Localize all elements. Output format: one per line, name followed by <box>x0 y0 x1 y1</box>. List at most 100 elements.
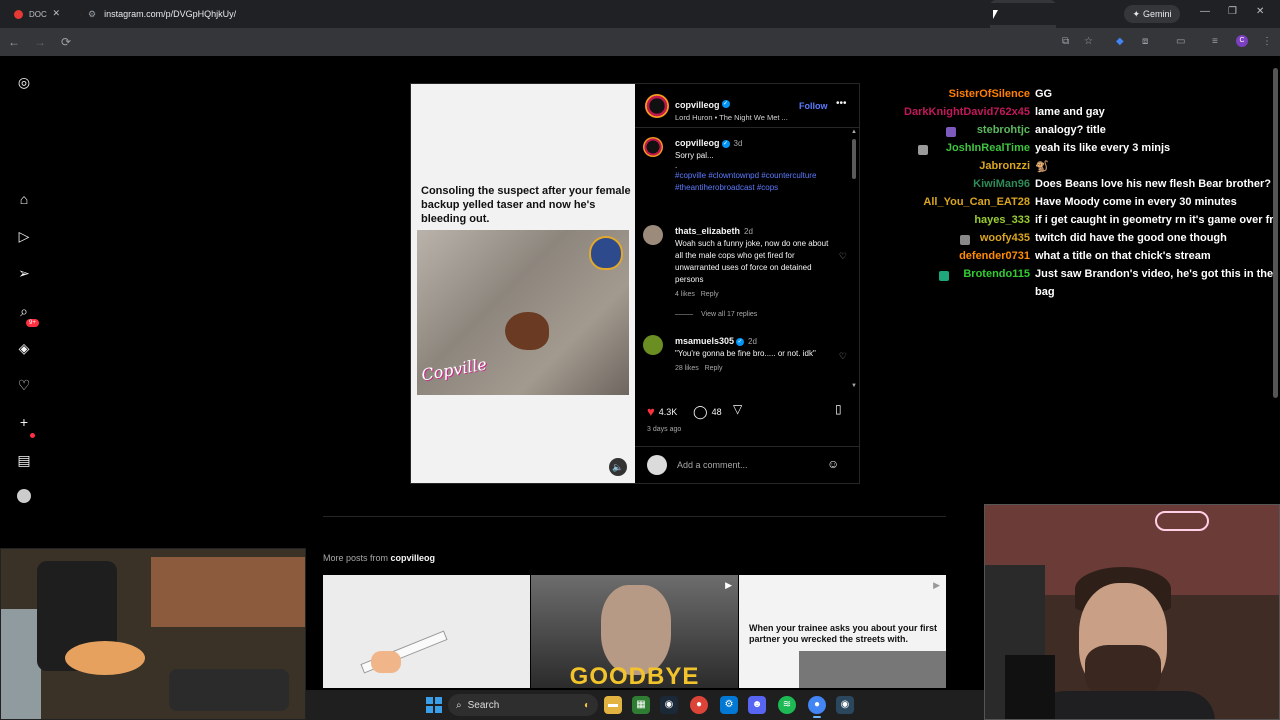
spotify-icon[interactable]: ≋ <box>778 696 796 714</box>
chat-text: 🐒 <box>1035 161 1049 173</box>
author-name[interactable]: copvilleog <box>675 100 720 110</box>
like-heart-icon[interactable]: ♥ <box>647 404 655 419</box>
back-icon[interactable]: ← <box>2 35 26 49</box>
share-icon[interactable]: ▽ <box>733 402 742 416</box>
caption-tags[interactable]: #copville #clowntownpd #counterculture #… <box>675 170 835 194</box>
heart-icon[interactable]: ♡ <box>16 377 32 393</box>
bookmark-star-icon[interactable]: ☆ <box>1084 36 1093 47</box>
comment-likes[interactable]: 28 likes <box>675 365 699 372</box>
app-icon[interactable]: ⚙ <box>720 696 738 714</box>
page-scroll-thumb[interactable] <box>1273 68 1278 398</box>
comment-like-icon[interactable]: ♡ <box>839 351 847 362</box>
like-count: 4.3K <box>658 406 678 417</box>
mute-icon[interactable]: 🔈 <box>609 458 627 476</box>
more-options-icon[interactable]: ••• <box>836 98 847 109</box>
related-post-thumb[interactable] <box>323 575 530 688</box>
profile-avatar-icon[interactable] <box>17 489 31 503</box>
comment-bubble-icon[interactable]: ◯ <box>693 404 708 420</box>
thumb-face <box>601 585 671 675</box>
comment-likes[interactable]: 4 likes <box>675 291 695 298</box>
like-control[interactable]: ♥ 4.3K <box>647 404 677 419</box>
comment-control[interactable]: ◯ 48 <box>693 404 722 420</box>
app-icon[interactable]: ▦ <box>632 696 650 714</box>
streamer-webcam <box>984 504 1280 720</box>
chat-username: Jabronzzi <box>979 160 1030 172</box>
page-scrollbar[interactable] <box>1270 58 1280 498</box>
reply-button[interactable]: Reply <box>701 291 719 298</box>
cam-rover <box>169 669 289 711</box>
extension-icon[interactable]: ◆ <box>1116 36 1124 47</box>
post-media[interactable]: Consoling the suspect after your female … <box>411 84 635 483</box>
scroll-up-icon[interactable]: ▲ <box>851 129 857 135</box>
gemini-label: Gemini <box>1143 9 1172 19</box>
reply-button[interactable]: Reply <box>705 365 723 372</box>
steam-icon[interactable]: ◉ <box>660 696 678 714</box>
url-text[interactable]: instagram.com/p/DVGpHQhjkUy/ <box>104 9 236 19</box>
more-posts-label: More posts from <box>323 553 389 563</box>
add-comment-input[interactable]: Add a comment... <box>677 460 748 470</box>
bookmark-icon[interactable]: ▯ <box>835 402 842 416</box>
more-posts-author[interactable]: copvilleog <box>391 553 436 563</box>
minimize-icon[interactable]: — <box>1200 6 1210 17</box>
install-icon[interactable]: ⧉ <box>1062 36 1069 47</box>
thumb-text: GOODBYE <box>569 663 700 688</box>
related-post-thumb[interactable]: GOODBYE ▶ <box>531 575 738 688</box>
chat-text: Does Beans love his new flesh Bear broth… <box>1035 178 1271 190</box>
commenter-avatar[interactable] <box>643 335 663 355</box>
discord-icon[interactable]: ☻ <box>748 696 766 714</box>
messages-icon[interactable]: ➢ <box>16 265 32 281</box>
chat-message: woofy435 twitch did have the good one tho… <box>880 232 1280 250</box>
file-explorer-icon[interactable]: ▬ <box>604 696 622 714</box>
close-window-icon[interactable]: ✕ <box>1256 6 1264 17</box>
scroll-down-icon[interactable]: ▼ <box>851 383 857 389</box>
extensions-puzzle-icon[interactable]: ⧈ <box>1142 36 1148 47</box>
start-icon[interactable] <box>426 697 442 713</box>
explore-icon[interactable]: ◈ <box>16 340 32 356</box>
follow-button[interactable]: Follow <box>799 101 828 111</box>
comments-scrollbar[interactable]: ▲ ▼ <box>851 129 857 391</box>
audio-track[interactable]: Lord Huron • The Night We Met ... <box>675 113 788 122</box>
chat-username: JoshInRealTime <box>945 142 1030 154</box>
site-info-icon[interactable]: ⚙ <box>88 9 96 20</box>
home-icon[interactable]: ⌂ <box>16 191 32 207</box>
emoji-icon[interactable]: ☺ <box>827 457 839 471</box>
dashboard-icon[interactable]: ▤ <box>16 452 32 468</box>
caption-avatar[interactable] <box>643 137 663 157</box>
profile-avatar[interactable]: C <box>1236 35 1248 47</box>
author-avatar[interactable] <box>645 94 669 118</box>
create-icon[interactable]: + <box>16 414 32 430</box>
caption-author[interactable]: copvilleog <box>675 138 720 148</box>
instagram-logo-icon[interactable]: ◎ <box>16 74 32 90</box>
verified-icon: ✓ <box>721 99 730 108</box>
reels-icon[interactable]: ▷ <box>16 228 32 244</box>
commenter-name[interactable]: msamuels305 <box>675 336 734 346</box>
more-posts-heading: More posts from copvilleog <box>323 553 435 563</box>
gemini-icon: ✦ <box>1132 8 1141 19</box>
comment-like-icon[interactable]: ♡ <box>839 251 847 262</box>
steam-icon[interactable]: ◉ <box>836 696 854 714</box>
downloads-icon[interactable]: ≡ <box>1212 36 1218 47</box>
chat-badge-icon <box>918 145 928 155</box>
view-replies-label[interactable]: View all 17 replies <box>701 311 757 318</box>
search-icon[interactable]: ⌕ <box>16 303 32 319</box>
comments-list[interactable]: copvilleog ✓ 3d Sorry pal... . #copville #… <box>635 129 859 391</box>
view-replies-link[interactable]: View all 17 replies <box>675 311 757 318</box>
tab-favicon-icon <box>14 9 23 19</box>
address-bar[interactable]: ⚙ instagram.com/p/DVGpHQhjkUy/ <box>80 3 1100 25</box>
scroll-thumb[interactable] <box>852 139 856 179</box>
chrome-icon[interactable]: ● <box>690 696 708 714</box>
commenter-name[interactable]: thats_elizabeth <box>675 226 740 236</box>
sidepanel-icon[interactable]: ▭ <box>1176 36 1185 47</box>
restore-icon[interactable]: ❐ <box>1228 6 1237 17</box>
commenter-avatar[interactable] <box>643 225 663 245</box>
chrome-icon[interactable]: ● <box>808 696 826 718</box>
forward-icon[interactable]: → <box>28 35 52 49</box>
tab-close-icon[interactable]: ✕ <box>52 8 60 19</box>
gemini-button[interactable]: ✦ Gemini <box>1124 5 1180 23</box>
related-post-thumb[interactable]: When your trainee asks you about your fi… <box>739 575 946 688</box>
tab-title[interactable]: DOC <box>29 10 53 19</box>
reload-icon[interactable]: ⟳ <box>54 35 78 49</box>
menu-kebab-icon[interactable]: ⋮ <box>1262 36 1272 47</box>
taskbar-search[interactable]: ⌕ Search ◐ <box>448 694 598 716</box>
browser-tab[interactable]: DOC ✕ <box>0 0 66 28</box>
